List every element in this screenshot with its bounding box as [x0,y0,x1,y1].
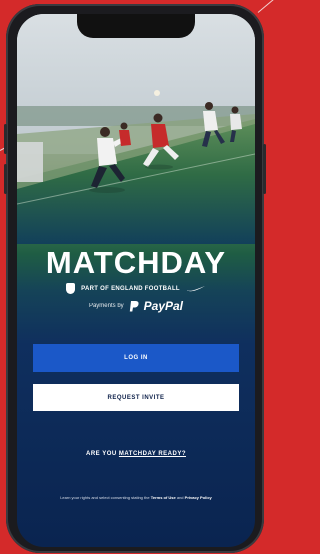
privacy-policy-link[interactable]: Privacy Policy [185,495,212,500]
phone-frame: MATCHDAY PART OF ENGLAND FOOTBALL Paymen… [4,4,266,553]
payments-row: Payments by PayPal [17,299,255,313]
phone-side-button [4,124,7,154]
brand-subtitle-row: PART OF ENGLAND FOOTBALL [17,283,255,294]
logo-block: MATCHDAY PART OF ENGLAND FOOTBALL Paymen… [17,245,255,314]
legal-and: and [175,495,185,500]
phone-side-button [263,144,266,194]
ready-prompt-prefix: ARE YOU [86,451,119,457]
app-screen: MATCHDAY PART OF ENGLAND FOOTBALL Paymen… [17,14,255,547]
request-invite-button[interactable]: REQUEST INVITE [33,384,239,411]
brand-title: MATCHDAY [45,245,227,280]
nike-swoosh-icon [186,285,205,291]
matchday-ready-link[interactable]: MATCHDAY READY? [119,451,186,457]
legal-notice: Learn your rights and select consenting … [39,494,233,501]
decor-line-top-right [257,0,277,13]
england-shield-icon [66,283,76,294]
brand-subtitle: PART OF ENGLAND FOOTBALL [81,285,180,292]
football-hero-photo [17,14,255,244]
login-button[interactable]: LOG IN [33,344,239,372]
matchday-ready-prompt: ARE YOU MATCHDAY READY? [17,451,255,457]
phone-notch [77,14,195,38]
terms-of-use-link[interactable]: Terms of Use [151,495,176,500]
legal-text: Learn your rights and select consenting … [60,495,150,500]
paypal-wordmark: PayPal [143,299,184,313]
paypal-icon [129,300,139,311]
phone-side-button [4,164,7,194]
payments-by-label: Payments by [88,303,124,309]
